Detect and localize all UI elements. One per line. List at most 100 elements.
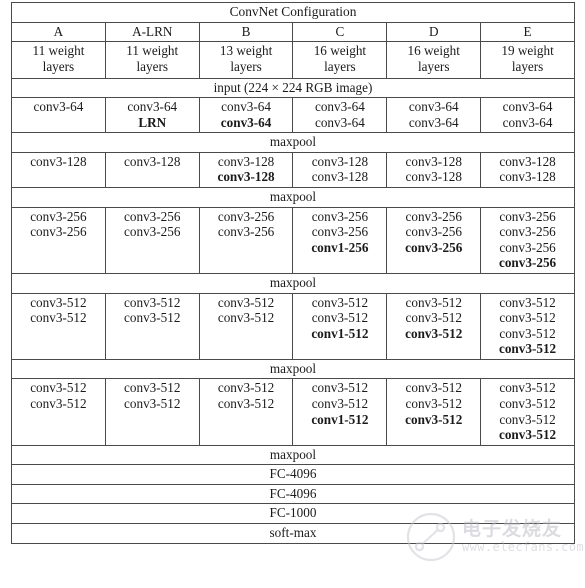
conv-layer-label: conv3-512: [124, 310, 181, 326]
conv-layer-label: conv3-64: [221, 99, 271, 115]
weight-layers-line1: 13 weight: [219, 43, 273, 59]
conv-layer-label: conv3-512: [124, 380, 181, 396]
convnet-configuration-table-container: ConvNet Configuration A A-LRN B C D E 11 weight…: [11, 2, 575, 544]
weight-layers-row: 11 weight layers 11 weight layers 13 weight l…: [11, 41, 575, 79]
weight-layers-line2: layers: [136, 59, 168, 75]
conv-layer-label: conv3-128: [405, 169, 462, 185]
conv-layer-label: conv3-256: [311, 208, 369, 224]
conv-layer-label: conv3-64: [314, 99, 365, 115]
cell-block-256-a: conv3-256conv3-256xx: [11, 206, 106, 274]
cell-block-64-a: conv3-64x: [11, 97, 106, 134]
cell-block-64-e: conv3-64 conv3-64: [480, 97, 575, 134]
conv-layer-label: conv3-128: [217, 153, 275, 169]
conv-block-row-block-64: conv3-64xconv3-64LRNconv3-64conv3-64conv…: [11, 97, 575, 134]
footer-label-fc-4096: FC-4096: [11, 483, 575, 505]
maxpool-row-after-block-128: maxpool: [11, 187, 575, 208]
maxpool-label: maxpool: [11, 444, 575, 466]
conv-layer-label: conv3-512: [405, 294, 462, 310]
conv-layer-label-bold: conv3-512: [405, 411, 463, 427]
conv-layer-label: conv3-512: [499, 325, 556, 341]
maxpool-row-after-block-512-b: maxpool: [11, 444, 575, 466]
cell-block-512-a-d: conv3-512conv3-512conv3-512x: [386, 292, 482, 360]
conv-layer-label-bold: LRN: [138, 114, 167, 130]
conv-layer-label: conv3-128: [405, 153, 462, 169]
weight-layers-line2: layers: [417, 59, 450, 75]
conv-layer-label: conv3-512: [217, 395, 275, 411]
weight-layers-line2: layers: [42, 59, 75, 75]
convnet-configuration-table: ConvNet Configuration A A-LRN B C D E 11 weight…: [11, 2, 575, 544]
weight-layers-a-lrn: 11 weight layers: [104, 41, 200, 79]
cell-block-128-d: conv3-128 conv3-128: [386, 151, 482, 189]
footer-row-soft-max: soft-max: [11, 523, 575, 544]
conv-layer-label: conv3-512: [217, 310, 275, 326]
conv-layer-label: conv3-256: [30, 208, 87, 224]
conv-layer-label: conv3-128: [311, 169, 369, 185]
conv-layer-label: conv3-512: [30, 310, 87, 326]
cell-block-512-b-a-lrn: conv3-512conv3-512xx: [104, 378, 200, 446]
conv-layer-label: conv3-256: [499, 224, 556, 240]
weight-layers-a: 11 weight layers: [11, 41, 106, 79]
cell-block-512-a-a-lrn: conv3-512conv3-512xx: [104, 292, 200, 360]
footer-row-fc-4096: FC-4096: [11, 464, 575, 485]
maxpool-label: maxpool: [11, 272, 575, 294]
conv-layer-label: conv3-256: [311, 224, 369, 240]
conv-layer-label: conv3-64: [502, 114, 553, 130]
conv-layer-label: conv3-512: [499, 310, 556, 326]
page-title: ConvNet Configuration: [11, 2, 575, 23]
conv-layer-label: conv3-256: [124, 208, 181, 224]
cell-block-512-a-e: conv3-512 conv3-512 conv3-512 conv3-512: [480, 292, 575, 360]
weight-layers-b: 13 weight layers: [198, 41, 294, 79]
weight-layers-line1: 16 weight: [313, 43, 367, 59]
footer-label-fc-1000: FC-1000: [11, 503, 575, 525]
maxpool-label: maxpool: [11, 187, 575, 208]
cell-block-256-a-lrn: conv3-256conv3-256xx: [104, 206, 200, 274]
cell-block-512-a-a: conv3-512conv3-512xx: [11, 292, 106, 360]
conv-layer-label-bold: conv3-512: [498, 341, 557, 357]
weight-layers-line1: 11 weight: [32, 43, 85, 59]
cell-block-64-d: conv3-64 conv3-64: [386, 97, 482, 134]
cell-block-256-e: conv3-256 conv3-256 conv3-256 conv3-256: [480, 206, 575, 274]
weight-layers-line2: layers: [230, 59, 262, 75]
footer-row-fc-4096: FC-4096: [11, 483, 575, 505]
conv-block-row-block-128: conv3-128xconv3-128xconv3-128conv3-128co…: [11, 151, 575, 189]
maxpool-label: maxpool: [11, 358, 575, 380]
conv-layer-label: conv3-512: [311, 294, 369, 310]
conv-layer-label: conv3-256: [405, 208, 462, 224]
cell-block-256-c: conv3-256conv3-256conv1-256x: [292, 206, 388, 274]
conv-layer-label: conv3-256: [217, 208, 275, 224]
config-name-a-lrn: A-LRN: [104, 21, 200, 43]
cell-block-256-b: conv3-256conv3-256xx: [198, 206, 294, 274]
maxpool-row-after-block-64: maxpool: [11, 132, 575, 153]
cell-block-512-b-a: conv3-512conv3-512xx: [11, 378, 106, 446]
cell-block-512-a-b: conv3-512conv3-512xx: [198, 292, 294, 360]
conv-block-row-block-512-a: conv3-512conv3-512xxconv3-512conv3-512xx…: [11, 292, 575, 360]
conv-layer-label: conv3-128: [124, 153, 181, 169]
conv-layer-label: conv3-512: [30, 294, 87, 310]
conv-layer-label: conv3-512: [311, 310, 369, 326]
weight-layers-line1: 19 weight: [501, 43, 554, 59]
conv-layer-label-bold: conv3-64: [220, 114, 272, 130]
conv-layer-label: conv3-512: [217, 380, 275, 396]
config-name-a: A: [11, 21, 106, 43]
cell-block-512-b-d: conv3-512conv3-512conv3-512x: [386, 378, 482, 446]
weight-layers-line1: 16 weight: [407, 43, 460, 59]
weight-layers-d: 16 weight layers: [386, 41, 482, 79]
conv-layer-label: conv3-128: [311, 153, 369, 169]
conv-layer-label: conv3-64: [408, 114, 459, 130]
cell-block-64-b: conv3-64 conv3-64: [198, 97, 294, 134]
weight-layers-c: 16 weight layers: [292, 41, 388, 79]
conv-layer-label: conv3-64: [33, 99, 84, 115]
conv-layer-label: conv3-512: [124, 395, 181, 411]
cell-block-64-a-lrn: conv3-64 LRN: [104, 97, 200, 134]
conv-layer-label: conv3-512: [405, 310, 462, 326]
config-name-row: A A-LRN B C D E: [11, 21, 575, 43]
footer-row-fc-1000: FC-1000: [11, 503, 575, 525]
weight-layers-line2: layers: [511, 59, 544, 75]
cell-block-512-b-c: conv3-512conv3-512conv1-512x: [292, 378, 388, 446]
conv-layer-label: conv3-256: [499, 208, 556, 224]
footer-label-fc-4096: FC-4096: [11, 464, 575, 485]
conv-layer-label: conv3-64: [502, 99, 553, 115]
config-name-b: B: [198, 21, 294, 43]
conv-block-row-block-256: conv3-256conv3-256xxconv3-256conv3-256xx…: [11, 206, 575, 274]
cell-block-128-b: conv3-128 conv3-128: [198, 151, 294, 189]
